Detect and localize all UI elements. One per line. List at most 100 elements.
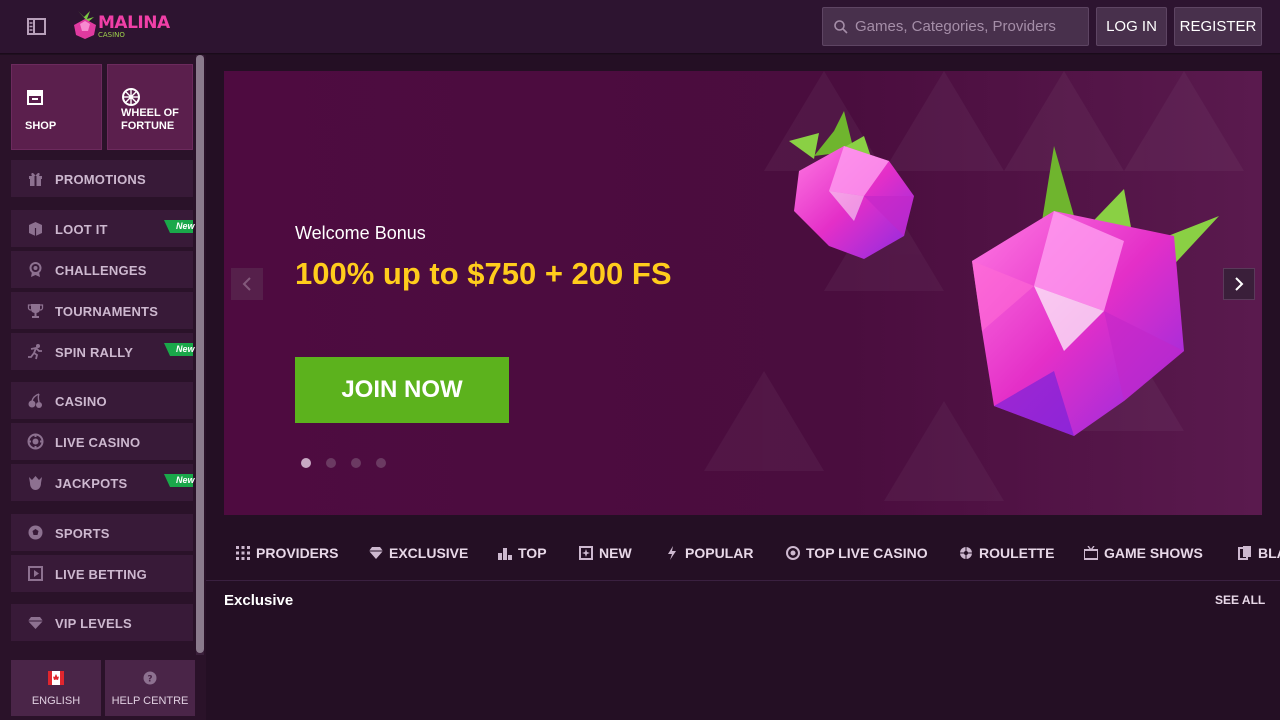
section-title: Exclusive (224, 592, 294, 609)
sidebar-scrollbar[interactable] (196, 55, 204, 655)
sidebar-tile-shop[interactable]: SHOP (11, 64, 102, 150)
shop-icon (27, 90, 43, 105)
sidebar-item-label: LIVE BETTING (55, 567, 147, 582)
banner-next-button[interactable] (1223, 268, 1255, 300)
category-providers[interactable]: PROVIDERS (236, 537, 338, 569)
language-label: ENGLISH (31, 695, 81, 707)
new-box-icon (579, 546, 593, 560)
diamond-icon (369, 547, 383, 559)
promo-banner: Welcome Bonus 100% up to $750 + 200 FS J… (224, 71, 1262, 515)
sidebar-item-casino[interactable]: CASINO (11, 382, 193, 420)
carousel-dot[interactable] (376, 458, 386, 468)
wheel-icon (122, 88, 140, 106)
new-badge: New (164, 343, 195, 356)
sidebar-item-promotions[interactable]: PROMOTIONS (11, 160, 193, 198)
category-popular[interactable]: POPULAR (665, 537, 753, 569)
sidebar-tile-wheel-of-fortune[interactable]: WHEEL OF FORTUNE (107, 64, 193, 150)
lightning-icon (668, 546, 676, 560)
podium-icon (498, 548, 512, 560)
category-label: EXCLUSIVE (389, 545, 469, 561)
login-button[interactable]: LOG IN (1096, 7, 1167, 46)
new-badge: New (164, 474, 195, 487)
category-label: BLA (1258, 545, 1280, 561)
category-game-shows[interactable]: GAME SHOWS (1084, 537, 1203, 569)
sidebar-item-live-betting[interactable]: LIVE BETTING (11, 555, 193, 593)
category-label: PROVIDERS (256, 545, 339, 561)
help-centre-button[interactable]: ? HELP CENTRE (105, 660, 195, 716)
category-label: GAME SHOWS (1104, 545, 1203, 561)
category-label: NEW (599, 545, 632, 561)
banner-headline: 100% up to $750 + 200 FS (295, 256, 672, 291)
carousel-dot[interactable] (351, 458, 361, 468)
sidebar-item-label: SPORTS (55, 526, 110, 541)
sidebar-item-label: JACKPOTS (55, 476, 128, 491)
canada-flag-icon (48, 671, 64, 685)
sidebar-item-label: VIP LEVELS (55, 616, 132, 631)
language-button[interactable]: ENGLISH (11, 660, 101, 716)
sidebar-item-sports[interactable]: SPORTS (11, 514, 193, 552)
sidebar-item-jackpots[interactable]: JACKPOTS New (11, 464, 195, 502)
tv-icon (1084, 546, 1098, 560)
join-now-button[interactable]: JOIN NOW (295, 357, 509, 423)
category-blackjack[interactable]: BLA (1238, 537, 1280, 569)
trophy-icon (27, 304, 44, 318)
grid-icon (236, 546, 250, 560)
logo[interactable]: MALINA CASINO (72, 9, 172, 41)
gift-icon (29, 172, 42, 186)
category-bar: PROVIDERS EXCLUSIVE TOP NEW POPULAR TOP … (206, 525, 1280, 581)
badge-icon (29, 262, 42, 277)
sidebar-item-tournaments[interactable]: TOURNAMENTS (11, 292, 193, 330)
sidebar-item-challenges[interactable]: CHALLENGES (11, 251, 193, 289)
sidebar-item-label: CHALLENGES (55, 263, 147, 278)
sidebar-item-label: SPIN RALLY (55, 345, 134, 360)
logo-text: MALINA (98, 13, 170, 33)
category-new[interactable]: NEW (579, 537, 632, 569)
category-label: TOP (518, 545, 547, 561)
cherry-icon (28, 393, 42, 408)
box-icon (29, 222, 42, 236)
live-icon (28, 566, 43, 581)
new-badge: New (164, 220, 195, 233)
category-roulette[interactable]: ROULETTE (959, 537, 1054, 569)
help-icon: ? (143, 671, 157, 685)
logo-subtext: CASINO (98, 31, 125, 39)
sidebar-item-label: CASINO (55, 394, 107, 409)
carousel-dot[interactable] (301, 458, 311, 468)
cards-icon (1238, 546, 1251, 560)
diamond-icon (28, 617, 43, 629)
see-all-link[interactable]: SEE ALL (1215, 593, 1265, 607)
sidebar-toggle-icon[interactable] (26, 16, 48, 38)
sidebar-item-vip-levels[interactable]: VIP LEVELS (11, 604, 193, 642)
sidebar: SHOP WHEEL OF FORTUNE PROMOTIONS LOOT IT… (0, 55, 206, 720)
sidebar-tile-label: WHEEL OF FORTUNE (121, 107, 179, 132)
category-label: ROULETTE (979, 545, 1055, 561)
banner-background (224, 71, 1262, 515)
scrollbar-thumb[interactable] (196, 55, 204, 653)
sidebar-item-label: LIVE CASINO (55, 435, 141, 450)
pot-icon (29, 476, 42, 490)
chip-icon (27, 433, 44, 450)
category-top-live-casino[interactable]: TOP LIVE CASINO (786, 537, 928, 569)
help-centre-label: HELP CENTRE (111, 695, 189, 707)
chevron-right-icon (1235, 277, 1244, 291)
category-label: POPULAR (685, 545, 754, 561)
sidebar-item-spin-rally[interactable]: SPIN RALLY New (11, 333, 195, 371)
main-content: Welcome Bonus 100% up to $750 + 200 FS J… (206, 55, 1280, 720)
search-icon (834, 20, 848, 34)
register-button[interactable]: REGISTER (1174, 7, 1262, 46)
category-top[interactable]: TOP (498, 537, 547, 569)
sidebar-item-loot-it[interactable]: LOOT IT New (11, 210, 195, 248)
sidebar-tile-label: SHOP (25, 120, 57, 132)
search-box[interactable] (822, 7, 1089, 46)
sidebar-item-label: TOURNAMENTS (55, 304, 159, 319)
banner-prev-button[interactable] (231, 268, 263, 300)
sidebar-item-label: LOOT IT (55, 222, 108, 237)
banner-subtitle: Welcome Bonus (295, 223, 426, 243)
search-input[interactable] (855, 8, 1085, 45)
live-chip-icon (786, 546, 800, 560)
category-exclusive[interactable]: EXCLUSIVE (369, 537, 468, 569)
chevron-left-icon (242, 277, 251, 291)
sidebar-item-label: PROMOTIONS (55, 172, 146, 187)
carousel-dot[interactable] (326, 458, 336, 468)
sidebar-item-live-casino[interactable]: LIVE CASINO (11, 423, 193, 461)
